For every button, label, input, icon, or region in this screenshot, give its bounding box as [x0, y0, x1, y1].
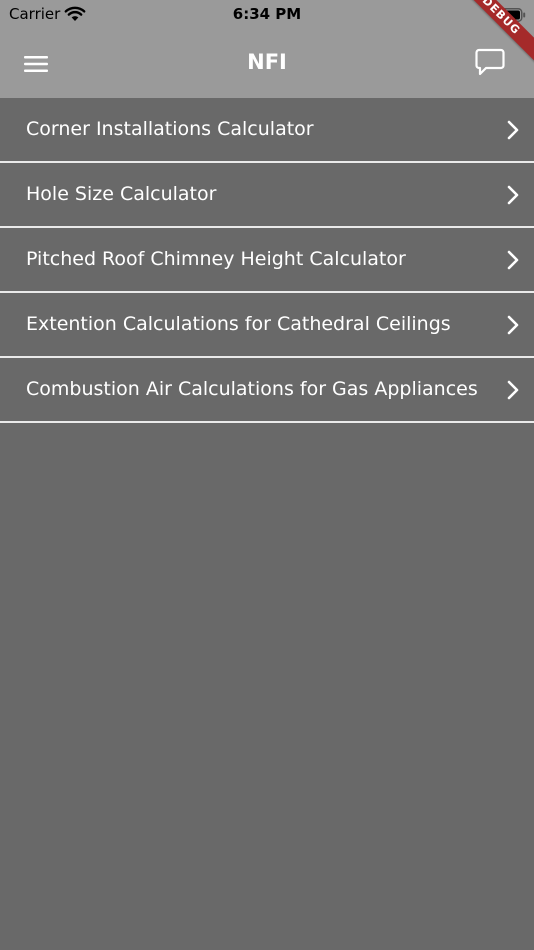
- status-bar: Carrier 6:34 PM: [0, 0, 534, 28]
- chevron-right-icon: [504, 314, 522, 336]
- navigation-bar: NFI: [0, 28, 534, 98]
- list-item-label: Pitched Roof Chimney Height Calculator: [26, 248, 406, 270]
- chevron-right-icon: [504, 249, 522, 271]
- calculator-list: Corner Installations Calculator Hole Siz…: [0, 98, 534, 423]
- chevron-right-icon: [504, 184, 522, 206]
- chat-bubble-icon: [475, 48, 505, 76]
- list-item-label: Extention Calculations for Cathedral Cei…: [26, 313, 451, 335]
- status-time: 6:34 PM: [232, 5, 302, 23]
- page-title: NFI: [247, 50, 287, 74]
- chat-button[interactable]: [470, 42, 510, 82]
- list-item-label: Combustion Air Calculations for Gas Appl…: [26, 378, 478, 400]
- list-item-extention-calculations-cathedral-ceilings[interactable]: Extention Calculations for Cathedral Cei…: [0, 293, 534, 358]
- chevron-right-icon: [504, 379, 522, 401]
- list-item-combustion-air-calculations-gas-appliances[interactable]: Combustion Air Calculations for Gas Appl…: [0, 358, 534, 423]
- list-item-label: Hole Size Calculator: [26, 183, 217, 205]
- hamburger-menu-button[interactable]: [16, 44, 56, 84]
- list-item-corner-installations-calculator[interactable]: Corner Installations Calculator: [0, 98, 534, 163]
- hamburger-menu-icon: [24, 56, 48, 72]
- list-item-hole-size-calculator[interactable]: Hole Size Calculator: [0, 163, 534, 228]
- app-header: Carrier 6:34 PM NFI DEBUG: [0, 0, 534, 98]
- chevron-right-icon: [504, 119, 522, 141]
- list-item-label: Corner Installations Calculator: [26, 118, 314, 140]
- list-item-pitched-roof-chimney-height-calculator[interactable]: Pitched Roof Chimney Height Calculator: [0, 228, 534, 293]
